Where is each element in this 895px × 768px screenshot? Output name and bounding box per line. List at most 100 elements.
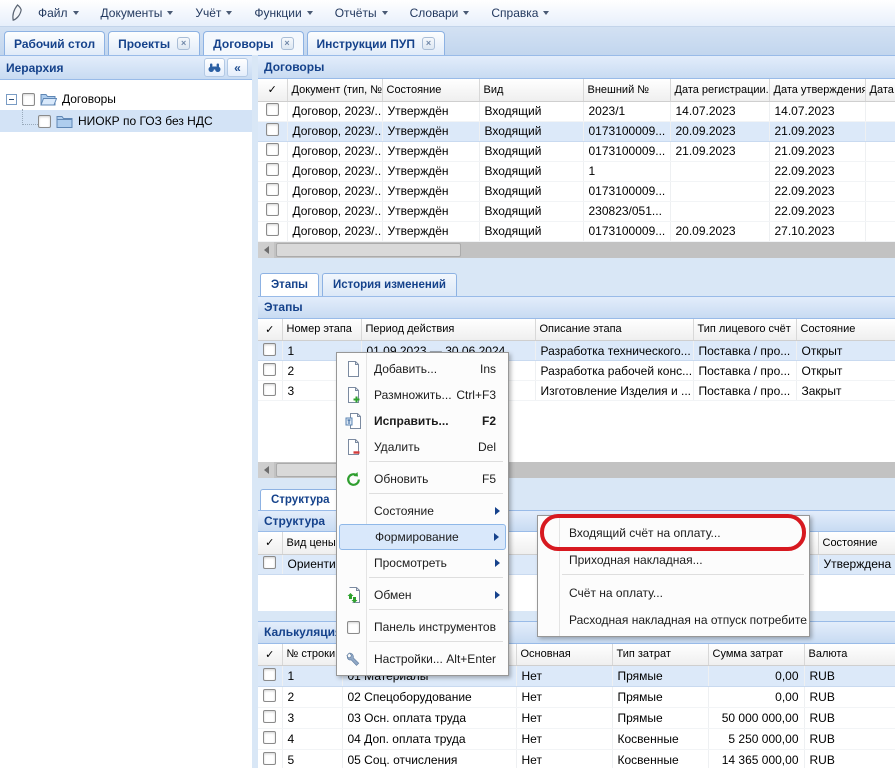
tab-projects[interactable]: Проекты× — [108, 31, 200, 55]
tree-item-niokr[interactable]: НИОКР по ГОЗ без НДС — [0, 110, 252, 132]
tab-instructions[interactable]: Инструкции ПУП× — [307, 31, 445, 55]
menu-accounting[interactable]: Учёт — [185, 2, 244, 24]
submenu-arrow-icon — [495, 559, 500, 567]
menu-file[interactable]: Файл — [28, 2, 91, 24]
column-external[interactable]: Внешний № — [583, 79, 670, 101]
row-checkbox[interactable] — [263, 343, 276, 356]
contract-row[interactable]: Договор, 2023/... Утверждён Входящий 017… — [258, 181, 895, 201]
column-amount[interactable]: Сумма затрат — [708, 644, 804, 666]
column-period[interactable]: Период действия — [361, 319, 535, 341]
row-checkbox[interactable] — [263, 668, 276, 681]
row-checkbox[interactable] — [263, 710, 276, 723]
contract-row[interactable]: Договор, 2023/... Утверждён Входящий 230… — [258, 201, 895, 221]
column-check[interactable]: ✓ — [258, 79, 287, 101]
column-kind[interactable]: Вид — [479, 79, 583, 101]
row-checkbox[interactable] — [266, 203, 279, 216]
menu-item-refresh[interactable]: Обновить F5 — [339, 466, 506, 492]
menu-item-toolbar[interactable]: Панель инструментов — [339, 614, 506, 640]
row-checkbox[interactable] — [266, 183, 279, 196]
tab-contracts[interactable]: Договоры× — [203, 31, 303, 55]
menu-item-generate[interactable]: Формирование — [339, 524, 506, 550]
tab-history[interactable]: История изменений — [322, 273, 457, 296]
close-icon[interactable]: × — [177, 37, 190, 50]
cell-state: Утверждён — [382, 101, 479, 121]
tab-desktop[interactable]: Рабочий стол — [4, 31, 105, 55]
row-checkbox[interactable] — [263, 383, 276, 396]
menu-item-edit[interactable]: Исправить... F2 — [339, 408, 506, 434]
row-checkbox[interactable] — [266, 103, 279, 116]
tree-checkbox[interactable] — [38, 115, 51, 128]
column-check[interactable]: ✓ — [258, 644, 282, 666]
menu-documents[interactable]: Документы — [91, 2, 186, 24]
page-copy-icon — [344, 386, 362, 404]
column-check[interactable]: ✓ — [258, 532, 282, 554]
tab-structure[interactable]: Структура — [260, 489, 341, 510]
row-checkbox[interactable] — [263, 731, 276, 744]
column-description[interactable]: Описание этапа — [535, 319, 693, 341]
cell-extra — [865, 121, 895, 141]
cell-account-type: Поставка / про... — [693, 341, 796, 361]
menu-help[interactable]: Справка — [481, 2, 561, 24]
column-state[interactable]: Состояние — [818, 532, 895, 554]
tree-checkbox[interactable] — [22, 93, 35, 106]
column-state[interactable]: Состояние — [796, 319, 895, 341]
menu-item-delete[interactable]: Удалить Del — [339, 434, 506, 460]
tree-collapse-icon[interactable] — [6, 94, 17, 105]
column-main[interactable]: Основная — [516, 644, 612, 666]
scroll-left-button[interactable] — [258, 242, 274, 258]
menu-item-view[interactable]: Просмотреть — [339, 550, 506, 576]
column-extra-date[interactable]: Дата — [865, 79, 895, 101]
row-checkbox[interactable] — [263, 556, 276, 569]
contract-row[interactable]: Договор, 2023/... Утверждён Входящий 202… — [258, 101, 895, 121]
cell-external: 2023/1 — [583, 101, 670, 121]
column-state[interactable]: Состояние — [382, 79, 479, 101]
menu-item-add[interactable]: Добавить... Ins — [339, 356, 506, 382]
close-icon[interactable]: × — [281, 37, 294, 50]
menu-functions[interactable]: Функции — [244, 2, 324, 24]
column-currency[interactable]: Валюта — [804, 644, 895, 666]
collapse-panel-button[interactable]: « — [227, 58, 248, 77]
column-approve-date[interactable]: Дата утверждения — [769, 79, 865, 101]
submenu-item-payment-invoice[interactable]: Счёт на оплату... — [540, 579, 807, 606]
cell-currency: RUB — [804, 708, 895, 729]
contracts-hscrollbar[interactable] — [258, 242, 895, 258]
row-checkbox[interactable] — [266, 143, 279, 156]
menu-item-duplicate[interactable]: Размножить... Ctrl+F3 — [339, 382, 506, 408]
row-checkbox[interactable] — [266, 223, 279, 236]
scroll-left-button[interactable] — [258, 462, 274, 478]
column-account-type[interactable]: Тип лицевого счёт — [693, 319, 796, 341]
submenu-item-dispatch-note[interactable]: Расходная накладная на отпуск потребител… — [540, 606, 807, 633]
menu-dictionaries[interactable]: Словари — [400, 2, 482, 24]
column-cost-type[interactable]: Тип затрат — [612, 644, 708, 666]
contract-row[interactable]: Договор, 2023/... Утверждён Входящий 1 2… — [258, 161, 895, 181]
column-check[interactable]: ✓ — [258, 319, 282, 341]
menu-item-exchange[interactable]: Обмен — [339, 582, 506, 608]
submenu-item-incoming-invoice[interactable]: Входящий счёт на оплату... — [540, 519, 807, 546]
calculation-row[interactable]: 3 03 Осн. оплата труда Нет Прямые 50 000… — [258, 708, 895, 729]
row-checkbox[interactable] — [263, 689, 276, 702]
calculation-row[interactable]: 5 05 Соц. отчисления Нет Косвенные 14 36… — [258, 750, 895, 768]
scrollbar-thumb[interactable] — [276, 243, 461, 257]
find-button[interactable] — [204, 58, 225, 77]
contract-row[interactable]: Договор, 2023/... Утверждён Входящий 017… — [258, 121, 895, 141]
tree-item-contracts[interactable]: Договоры — [0, 88, 252, 110]
menu-item-settings[interactable]: Настройки... Alt+Enter — [339, 646, 506, 672]
close-icon[interactable]: × — [422, 37, 435, 50]
column-row-no[interactable]: № строки — [282, 644, 342, 666]
contract-row[interactable]: Договор, 2023/... Утверждён Входящий 017… — [258, 221, 895, 241]
tab-stages[interactable]: Этапы — [260, 273, 319, 296]
submenu-item-receipt-note[interactable]: Приходная накладная... — [540, 546, 807, 573]
calculation-row[interactable]: 2 02 Спецоборудование Нет Прямые 0,00 RU… — [258, 687, 895, 708]
contract-row[interactable]: Договор, 2023/... Утверждён Входящий 017… — [258, 141, 895, 161]
menu-reports[interactable]: Отчёты — [325, 2, 400, 24]
cell-approve-date: 14.07.2023 — [769, 101, 865, 121]
row-checkbox[interactable] — [263, 363, 276, 376]
column-stage-number[interactable]: Номер этапа — [282, 319, 361, 341]
calculation-row[interactable]: 4 04 Доп. оплата труда Нет Косвенные 5 2… — [258, 729, 895, 750]
row-checkbox[interactable] — [266, 123, 279, 136]
column-reg-date[interactable]: Дата регистрации. — [670, 79, 769, 101]
row-checkbox[interactable] — [266, 163, 279, 176]
menu-item-state[interactable]: Состояние — [339, 498, 506, 524]
row-checkbox[interactable] — [263, 752, 276, 765]
column-document[interactable]: Документ (тип, № — [287, 79, 382, 101]
